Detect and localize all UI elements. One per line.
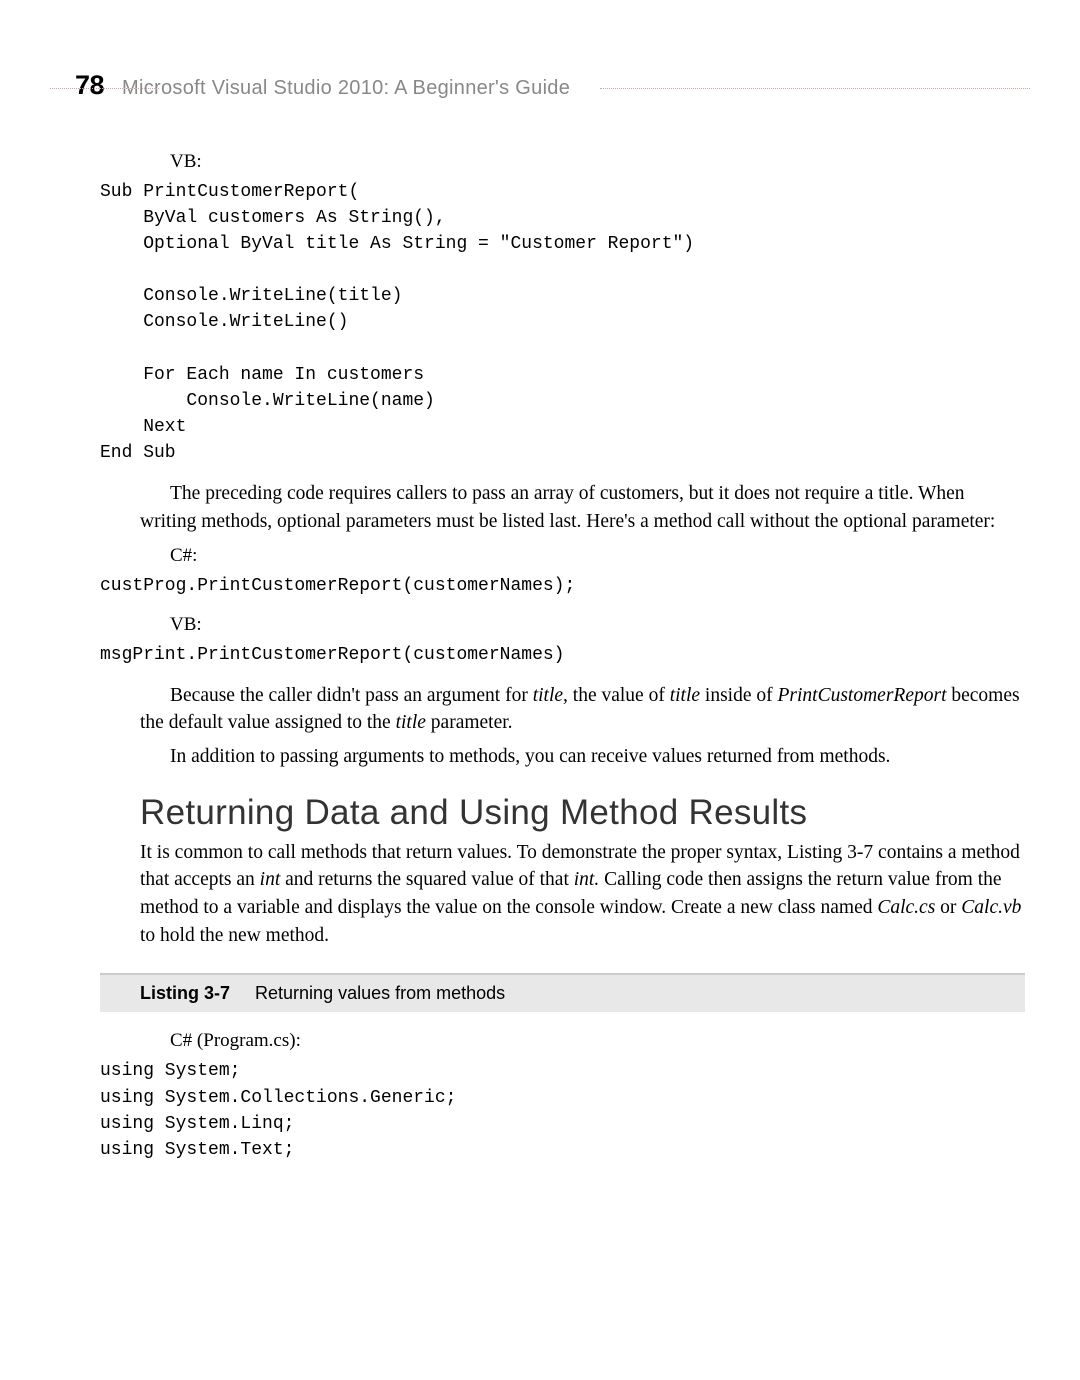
p2-italic-title2: title [670, 685, 700, 706]
paragraph-3: In addition to passing arguments to meth… [140, 743, 1025, 771]
listing-bar: Listing 3-7 Returning values from method… [100, 973, 1025, 1012]
p4-italic-int2: int. [574, 869, 599, 890]
header-decoration-left [50, 88, 159, 89]
p2-text-c: the value of [568, 685, 670, 706]
code-cs-using: using System; using System.Collections.G… [100, 1058, 1025, 1162]
page-content: VB: Sub PrintCustomerReport( ByVal custo… [140, 151, 1025, 1163]
language-label-csharp: C#: [170, 545, 1025, 567]
paragraph-4: It is common to call methods that return… [140, 839, 1025, 950]
code-vb-call: msgPrint.PrintCustomerReport(customerNam… [100, 642, 1025, 668]
paragraph-1: The preceding code requires callers to p… [140, 480, 1025, 535]
code-cs-call: custProg.PrintCustomerReport(customerNam… [100, 573, 1025, 599]
p2-italic-method: PrintCustomerReport [777, 685, 946, 706]
language-label-vb-2: VB: [170, 614, 1025, 636]
p4-text-c: and returns the squared value of that [280, 869, 573, 890]
p4-italic-int1: int [260, 869, 281, 890]
language-label-csharp-file: C# (Program.cs): [170, 1030, 1025, 1052]
p4-text-g: or [935, 897, 961, 918]
book-title: Microsoft Visual Studio 2010: A Beginner… [122, 77, 570, 100]
header-decoration-right [600, 88, 1030, 89]
p2-text-e: inside of [700, 685, 777, 706]
page-header: 78 Microsoft Visual Studio 2010: A Begin… [75, 70, 1025, 101]
p4-italic-cs: Calc.cs [877, 897, 935, 918]
code-vb-sub: Sub PrintCustomerReport( ByVal customers… [100, 179, 1025, 466]
p2-text-a: Because the caller didn't pass an argume… [170, 685, 533, 706]
page-number: 78 [75, 70, 104, 101]
listing-caption: Returning values from methods [255, 983, 505, 1003]
paragraph-2: Because the caller didn't pass an argume… [140, 682, 1025, 737]
p2-text-i: parameter. [426, 712, 513, 733]
p4-italic-vb: Calc.vb [961, 897, 1021, 918]
section-heading-returning: Returning Data and Using Method Results [140, 793, 1025, 833]
p2-italic-title3: title [396, 712, 426, 733]
listing-number: Listing 3-7 [140, 983, 230, 1003]
p4-text-i: to hold the new method. [140, 925, 329, 946]
language-label-vb: VB: [170, 151, 1025, 173]
p2-italic-title1: title, [533, 685, 568, 706]
